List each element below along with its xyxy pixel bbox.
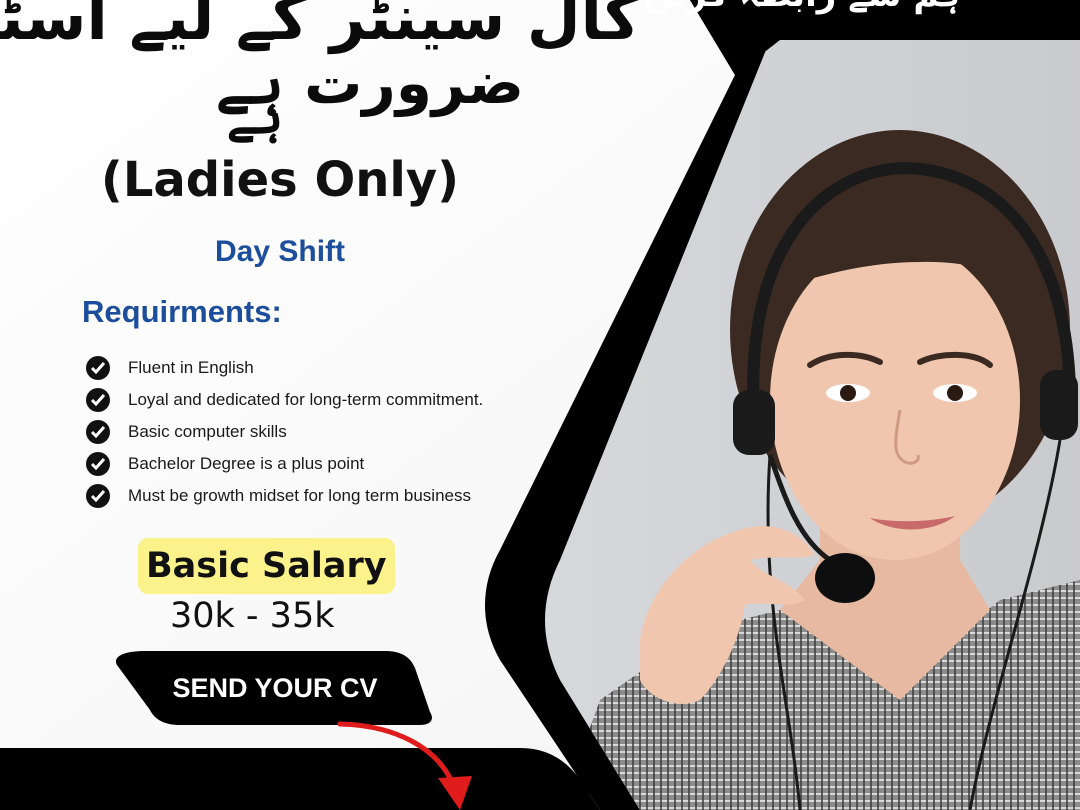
check-circle-icon	[86, 452, 110, 476]
urdu-contact-text: ہم سے رابطہ کریں	[643, 0, 960, 20]
requirement-item: Fluent in English	[86, 352, 483, 384]
requirement-item: Loyal and dedicated for long-term commit…	[86, 384, 483, 416]
ladies-only-heading: (Ladies Only)	[100, 152, 460, 208]
requirement-text: Loyal and dedicated for long-term commit…	[128, 390, 484, 409]
requirement-item: Basic computer skills	[86, 416, 483, 448]
check-circle-icon	[86, 388, 110, 412]
requirements-list: Fluent in English Loyal and dedicated fo…	[86, 352, 483, 512]
requirements-heading: Requirments:	[82, 294, 282, 329]
requirement-text: Bachelor Degree is a plus point	[128, 454, 365, 473]
check-circle-icon	[86, 420, 110, 444]
headset-icon	[815, 553, 875, 603]
salary-range: 30k - 35k	[170, 596, 335, 636]
shift-label: Day Shift	[214, 235, 346, 268]
bottom-band	[0, 748, 600, 810]
requirement-text: Must be growth midset for long term busi…	[128, 486, 471, 505]
check-circle-icon	[86, 356, 110, 380]
requirement-item: Bachelor Degree is a plus point	[86, 448, 483, 480]
urdu-headline-line-3: ہے	[226, 89, 284, 145]
salary-label: Basic Salary	[138, 538, 395, 594]
requirement-item: Must be growth midset for long term busi…	[86, 480, 483, 512]
requirement-text: Fluent in English	[128, 358, 254, 377]
send-cv-button[interactable]: SEND YOUR CV	[160, 666, 390, 710]
check-circle-icon	[86, 484, 110, 508]
requirement-text: Basic computer skills	[128, 422, 287, 441]
job-poster: کال سینٹر کے لیے اسٹاف کی ضرورت ہے ہے ہم…	[0, 0, 1080, 810]
